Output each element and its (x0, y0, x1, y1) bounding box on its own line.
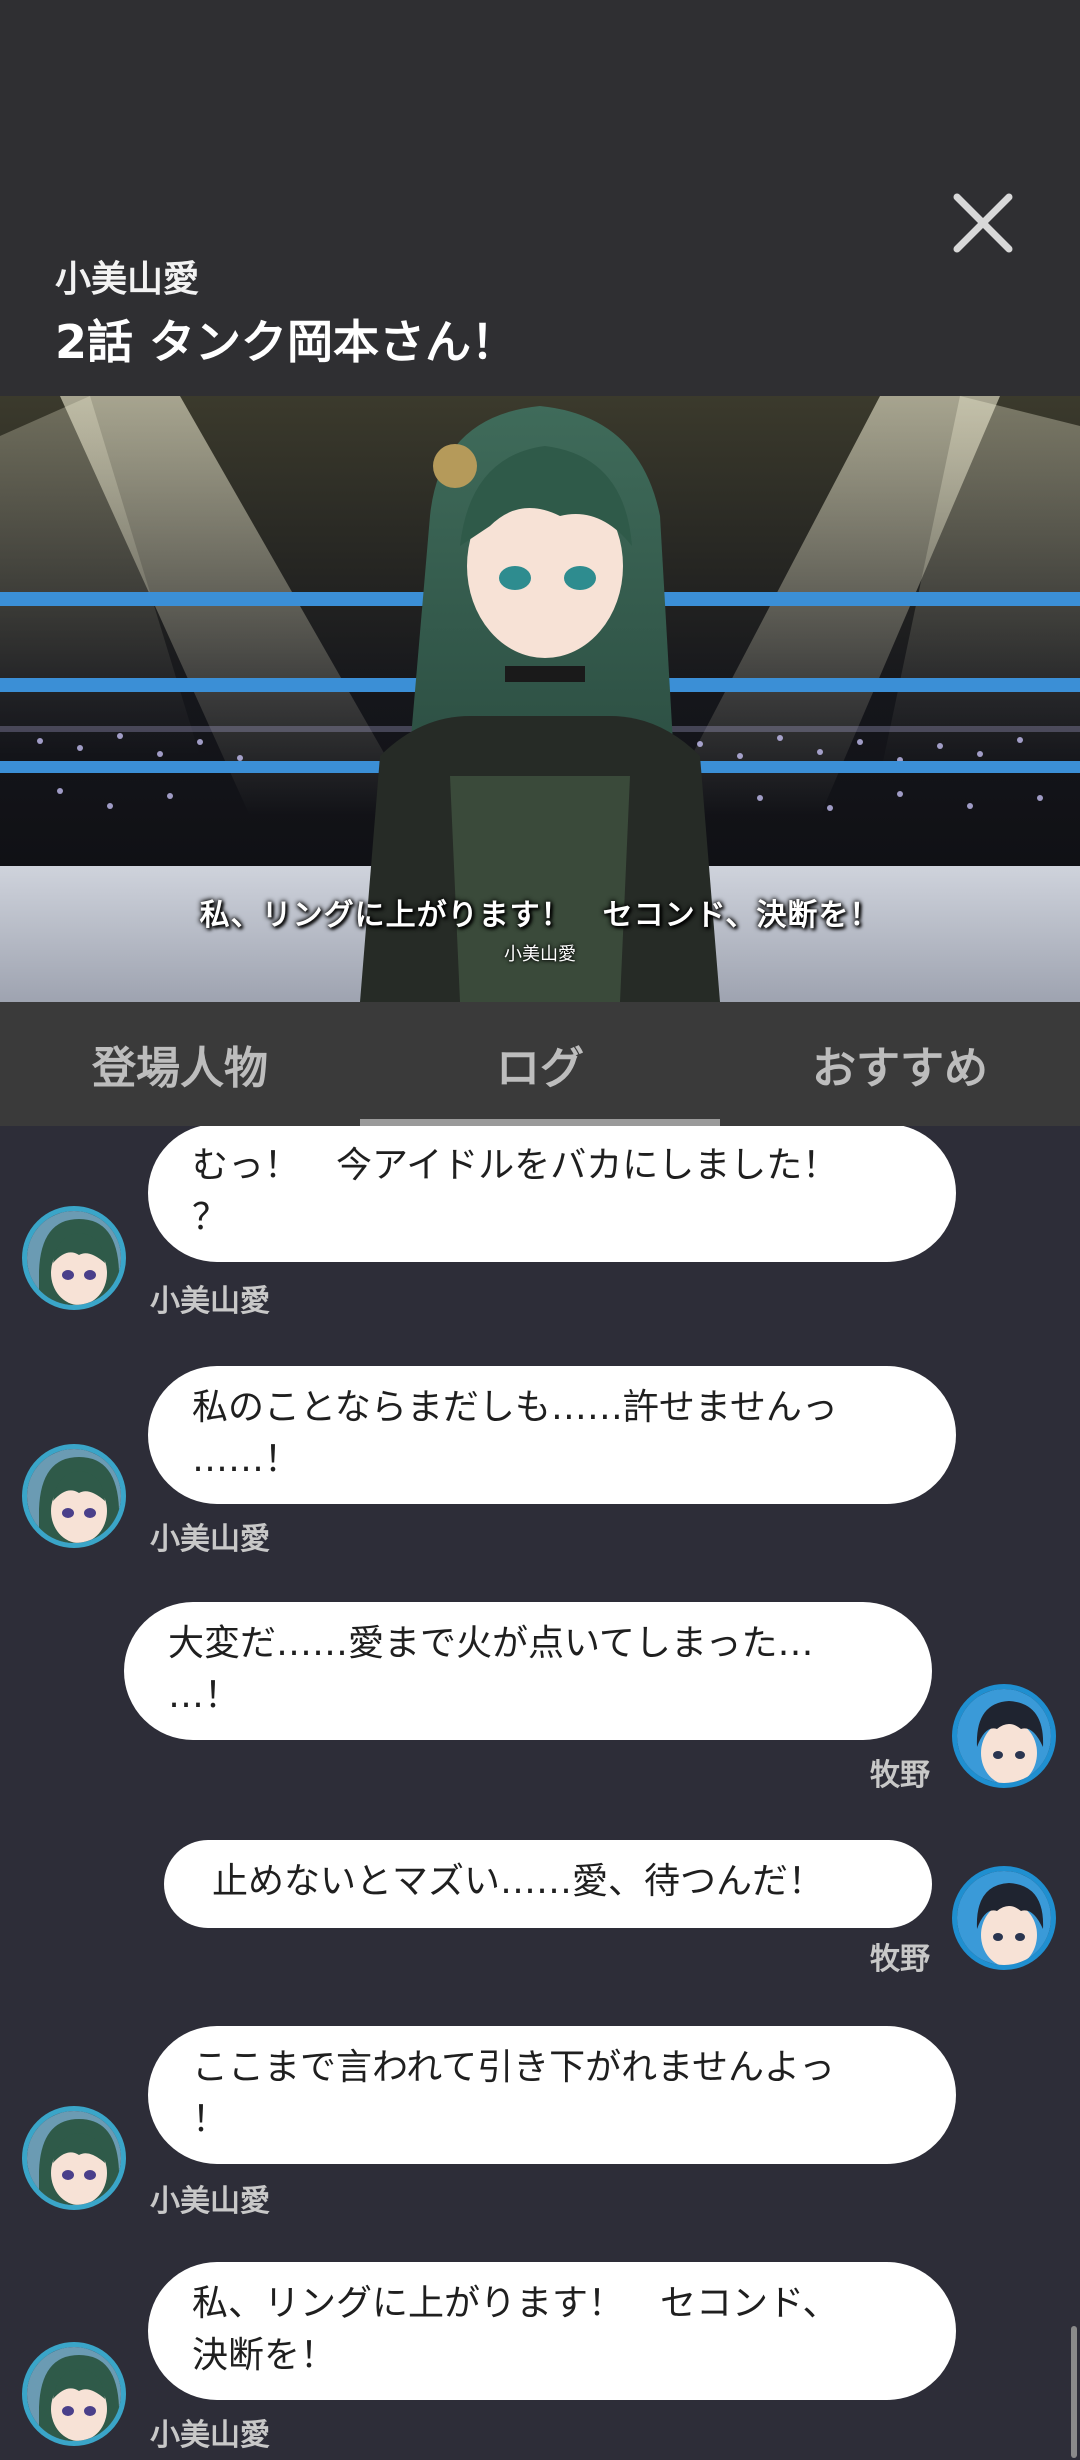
message-bubble: ここまで言われて引き下がれませんよっ ！ (148, 2026, 956, 2164)
message-bubble: 止めないとマズい……愛、待つんだ！ (164, 1840, 932, 1928)
avatar-makino-icon (957, 1871, 1051, 1965)
header: 小美山愛 2話 タンク岡本さん！ (0, 0, 1080, 396)
log-scrollbar[interactable] (1071, 2326, 1077, 2458)
speaker-name: 小美山愛 (150, 2418, 270, 2453)
avatar-makino-icon (957, 1689, 1051, 1783)
speaker-name: 小美山愛 (150, 1284, 270, 1319)
message-bubble: 大変だ……愛まで火が点いてしまった… …！ (124, 1602, 932, 1740)
close-button[interactable] (940, 180, 1026, 266)
avatar-makino (952, 1684, 1056, 1788)
avatar-makino (952, 1866, 1056, 1970)
avatar-ai (22, 2342, 126, 2446)
dialogue-log[interactable]: むっ！ 今アイドルをバカにしました！ ？ 小美山愛 私のことならまだしも……許せ… (0, 1126, 1080, 2460)
avatar-ai (22, 1206, 126, 1310)
speaker-name: 小美山愛 (150, 2184, 270, 2219)
avatar-ai (22, 1444, 126, 1548)
avatar-ai (22, 2106, 126, 2210)
video-subtitle: 私、リングに上がります！ セコンド、決断を！ (199, 898, 881, 933)
episode-title: 2話 タンク岡本さん！ (55, 315, 518, 369)
tab-recommended[interactable]: おすすめ (720, 1002, 1080, 1126)
message-bubble: 私、リングに上がります！ セコンド、 決断を！ (148, 2262, 956, 2400)
speaker-name: 小美山愛 (150, 1522, 270, 1557)
avatar-ai-icon (27, 2347, 121, 2441)
message-bubble: 私のことならまだしも……許せませんっ ……！ (148, 1366, 956, 1504)
avatar-ai-icon (27, 2111, 121, 2205)
tab-characters[interactable]: 登場人物 (0, 1002, 360, 1126)
speaker-name: 牧野 (870, 1942, 930, 1977)
avatar-ai-icon (27, 1449, 121, 1543)
close-icon (953, 193, 1013, 253)
message-bubble: むっ！ 今アイドルをバカにしました！ ？ (148, 1126, 956, 1262)
avatar-ai-icon (27, 1211, 121, 1305)
video-player[interactable]: 私、リングに上がります！ セコンド、決断を！ 小美山愛 (0, 396, 1080, 1002)
chapter-name: 小美山愛 (55, 259, 200, 300)
speaker-name: 牧野 (870, 1758, 930, 1793)
video-subtitle-speaker: 小美山愛 (504, 944, 576, 965)
tab-bar: 登場人物 ログ おすすめ (0, 1002, 1080, 1126)
tab-log[interactable]: ログ (360, 1002, 720, 1126)
